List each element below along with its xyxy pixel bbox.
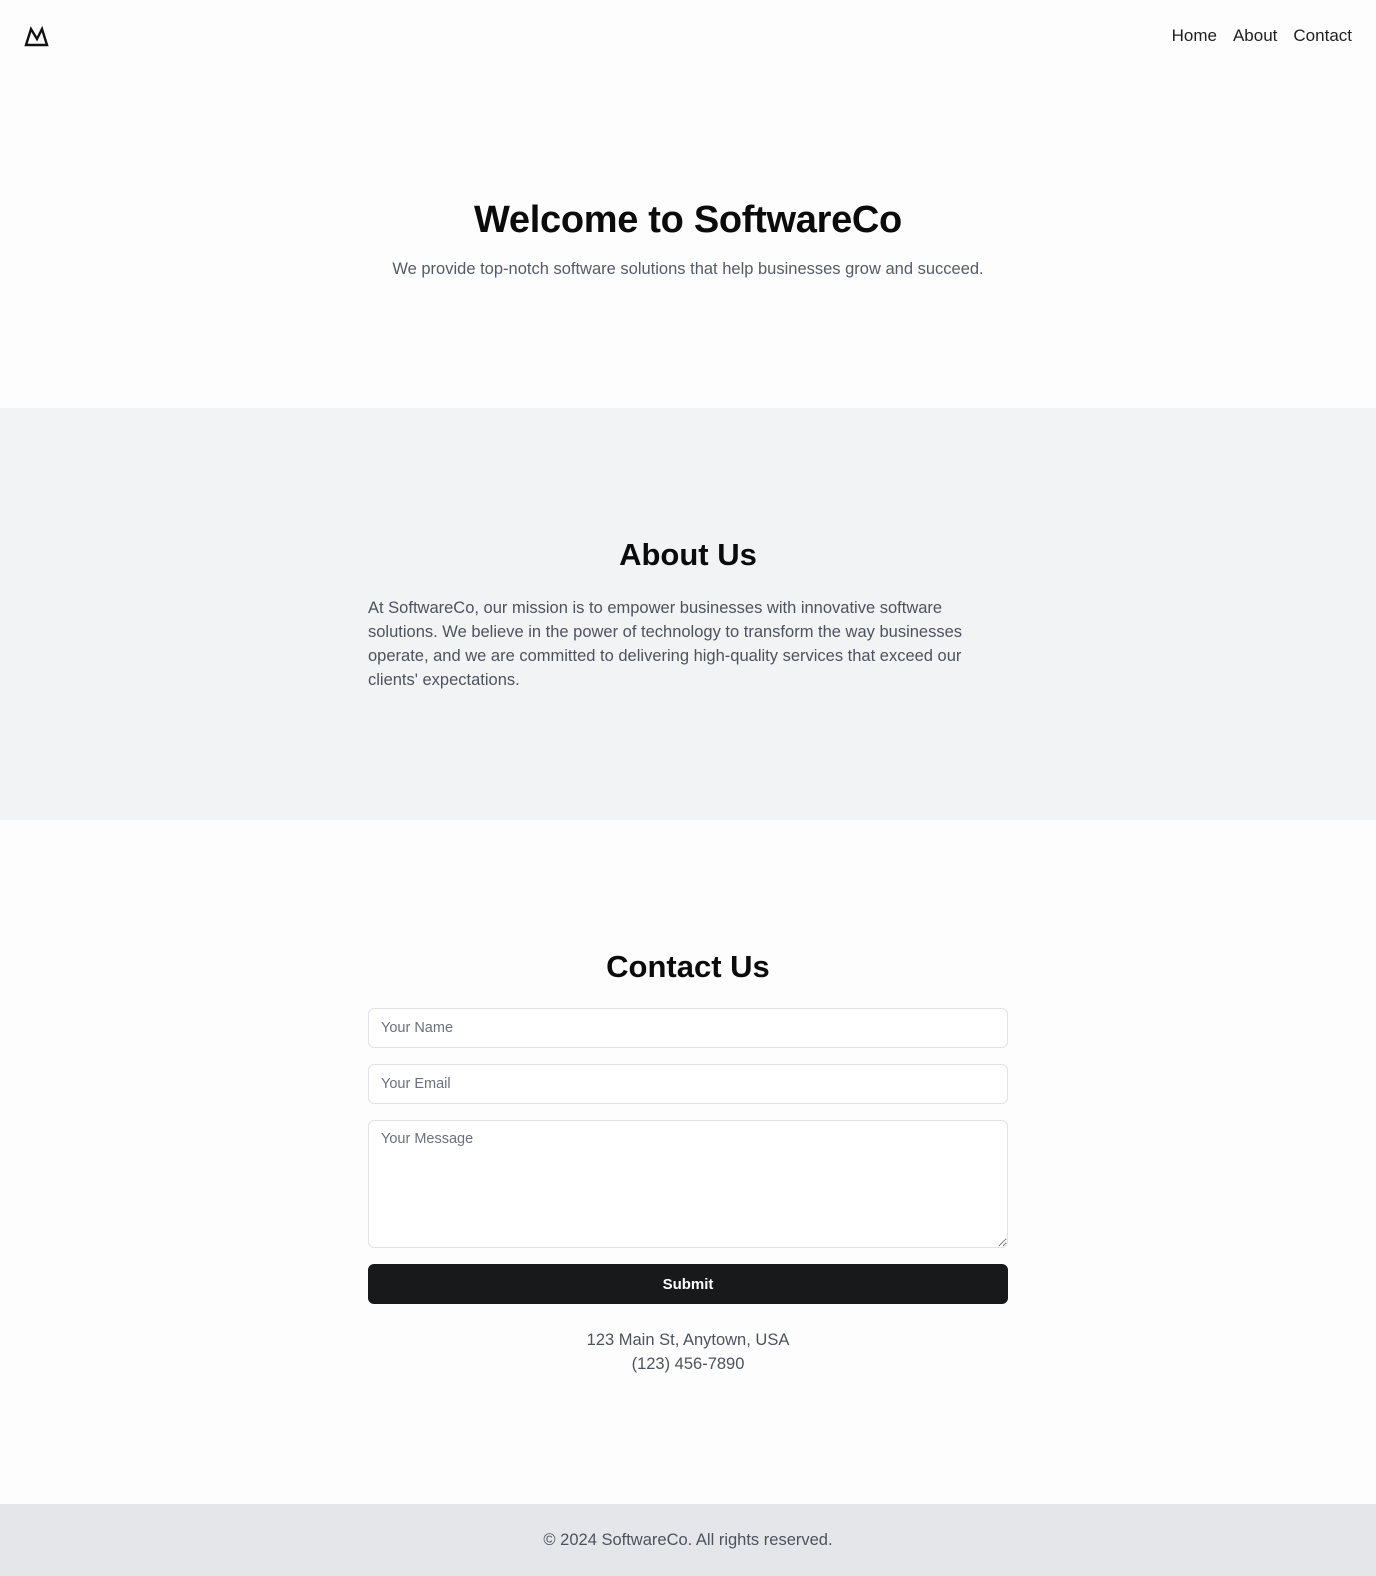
main-nav: Home About Contact — [1172, 26, 1352, 46]
nav-link-about[interactable]: About — [1233, 26, 1277, 46]
site-header: Home About Contact — [0, 0, 1376, 72]
name-input[interactable] — [368, 1008, 1008, 1048]
site-footer: © 2024 SoftwareCo. All rights reserved. — [0, 1504, 1376, 1576]
hero-title: Welcome to SoftwareCo — [474, 199, 902, 241]
mountain-icon — [24, 25, 49, 47]
about-title: About Us — [619, 537, 757, 572]
footer-copyright: © 2024 SoftwareCo. All rights reserved. — [543, 1531, 833, 1549]
page: Home About Contact Welcome to SoftwareCo… — [0, 0, 1376, 1576]
about-text: At SoftwareCo, our mission is to empower… — [368, 599, 963, 689]
nav-link-contact[interactable]: Contact — [1293, 26, 1352, 46]
hero-subtitle: We provide top-notch software solutions … — [392, 260, 984, 278]
logo-link[interactable] — [24, 24, 50, 48]
nav-link-home[interactable]: Home — [1172, 26, 1217, 46]
phone-text: (123) 456-7890 — [631, 1355, 745, 1373]
message-textarea[interactable] — [368, 1120, 1008, 1248]
hero-section: Welcome to SoftwareCo We provide top-not… — [0, 72, 1376, 408]
submit-button[interactable]: Submit — [368, 1264, 1008, 1304]
email-input[interactable] — [368, 1064, 1008, 1104]
contact-info: 123 Main St, Anytown, USA (123) 456-7890 — [0, 1328, 1376, 1376]
address-text: 123 Main St, Anytown, USA — [586, 1331, 790, 1349]
contact-title: Contact Us — [606, 949, 770, 984]
contact-section: Contact Us Submit 123 Main St, Anytown, … — [0, 820, 1376, 1504]
about-section: About Us At SoftwareCo, our mission is t… — [0, 408, 1376, 820]
